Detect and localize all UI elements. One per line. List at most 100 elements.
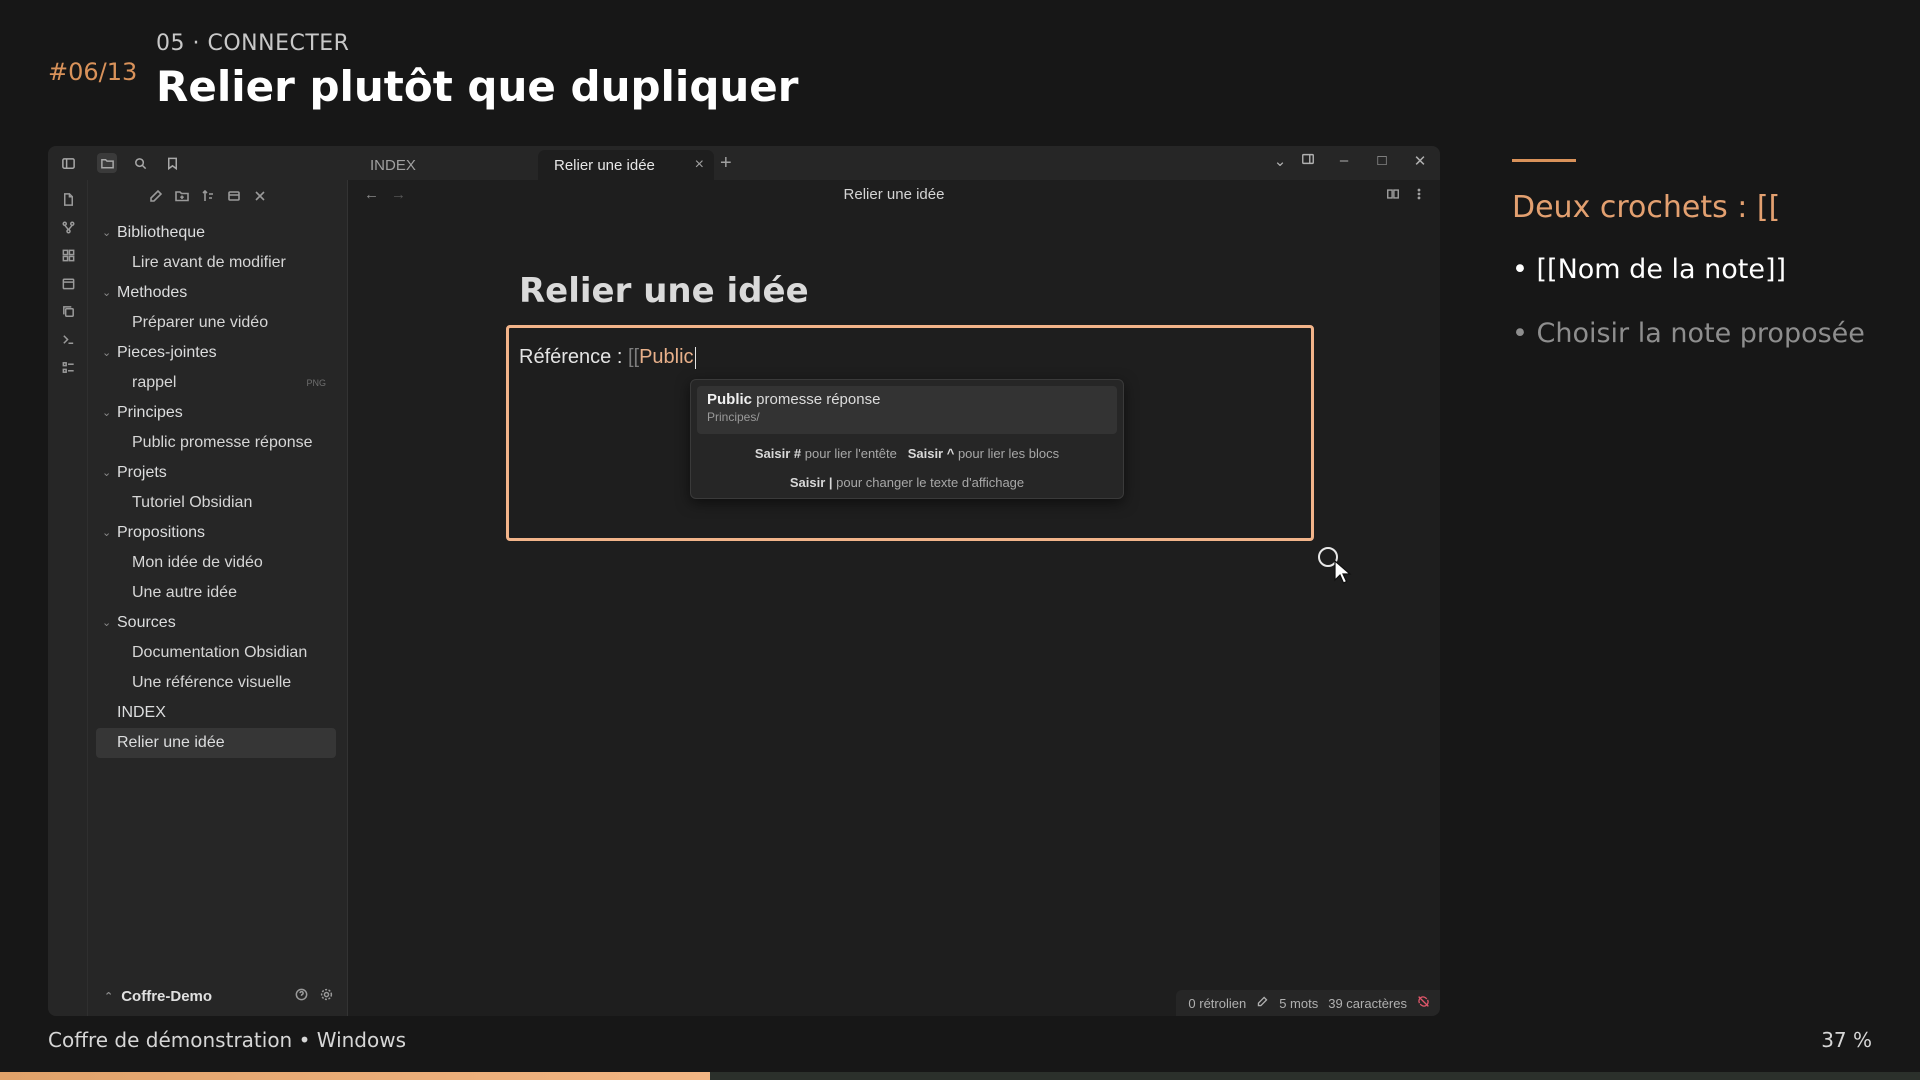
grid-icon[interactable] (58, 246, 78, 264)
file-item[interactable]: Tutoriel Obsidian (96, 488, 336, 518)
backlink-count[interactable]: 0 rétrolien (1188, 996, 1246, 1011)
view-header-title[interactable]: Relier une idée (348, 186, 1440, 203)
slide-title: Relier plutôt que dupliquer (156, 62, 799, 111)
chevron-down-icon[interactable]: ⌄ (1270, 152, 1290, 170)
search-icon[interactable] (130, 153, 150, 173)
suggestion-hint-display: Saisir | pour changer le texte d'afficha… (789, 475, 1025, 490)
chevron-down-icon[interactable]: ⌄ (102, 278, 111, 308)
tree-item-label: Une référence visuelle (132, 674, 292, 691)
file-item[interactable]: Documentation Obsidian (96, 638, 336, 668)
bookmark-icon[interactable] (162, 153, 182, 173)
progress-bar (0, 1072, 1920, 1080)
file-item[interactable]: Public promesse réponse (96, 428, 336, 458)
tree-item-label: Documentation Obsidian (132, 644, 308, 661)
note-heading: Relier une idée (519, 271, 809, 311)
folder-item[interactable]: ⌄ Projets (96, 458, 336, 488)
suggestion-hint-heading: Saisir # pour lier l'entête Saisir ^ pou… (754, 446, 1060, 461)
vault-switcher[interactable]: ⌃ Coffre-Demo (104, 984, 340, 1008)
tree-item-label: Sources (117, 614, 176, 631)
tree-item-label: Préparer une vidéo (132, 314, 269, 331)
graph-icon[interactable] (58, 218, 78, 236)
explorer-toolbar (148, 188, 268, 210)
maximize-icon[interactable]: □ (1372, 152, 1392, 169)
list-icon[interactable] (58, 358, 78, 376)
tab-relier-une-idee[interactable]: Relier une idée × (538, 150, 714, 180)
char-count: 39 caractères (1328, 995, 1407, 1011)
bullet-item: • [[Nom de la note]] (1512, 254, 1787, 285)
chevron-down-icon[interactable]: ⌄ (102, 458, 111, 488)
folder-item[interactable]: ⌄ Bibliotheque (96, 218, 336, 248)
obsidian-window: INDEX Relier une idée × + ⌄ – □ ✕ ⌄ Bibl… (48, 146, 1440, 1016)
copy-icon[interactable] (58, 302, 78, 320)
chevron-down-icon[interactable]: ⌄ (102, 338, 111, 368)
progress-percent: 37 % (1821, 1028, 1872, 1052)
accent-line (1512, 159, 1576, 162)
chevron-down-icon[interactable]: ⌄ (102, 218, 111, 248)
pencil-icon[interactable] (1256, 995, 1269, 1011)
tree-item-label: Une autre idée (132, 584, 237, 601)
more-options-icon[interactable] (1412, 187, 1426, 206)
sort-icon[interactable] (200, 188, 216, 210)
minimize-icon[interactable]: – (1334, 152, 1354, 169)
tree-item-label: Public promesse réponse (132, 434, 313, 451)
tree-item-label: INDEX (117, 704, 166, 721)
folder-item[interactable]: ⌄ Pieces-jointes (96, 338, 336, 368)
suggestion-path: Principes/ (707, 410, 760, 424)
auto-reveal-icon[interactable] (226, 188, 242, 210)
chevron-down-icon[interactable]: ⌄ (102, 518, 111, 548)
file-item[interactable]: Une référence visuelle (96, 668, 336, 698)
file-item[interactable]: INDEX (96, 698, 336, 728)
tree-item-label: Tutoriel Obsidian (132, 494, 253, 511)
folder-item[interactable]: ⌄ Principes (96, 398, 336, 428)
link-suggestion-popup: Public promesse réponse Principes/ Saisi… (690, 379, 1124, 499)
folder-item[interactable]: ⌄ Sources (96, 608, 336, 638)
file-item[interactable]: Préparer une vidéo (96, 308, 336, 338)
new-folder-icon[interactable] (174, 188, 190, 210)
status-bar: 0 rétrolien 5 mots 39 caractères (1176, 990, 1440, 1016)
file-tree: ⌄ Bibliotheque Lire avant de modifier ⌄ Meth… (96, 218, 336, 758)
close-icon[interactable]: × (695, 156, 704, 174)
tree-item-label: rappel (132, 374, 177, 391)
chevron-down-icon[interactable]: ⌄ (102, 398, 111, 428)
progress-fill (0, 1072, 711, 1080)
file-icon[interactable] (58, 190, 78, 208)
new-note-icon[interactable] (148, 188, 164, 210)
file-item[interactable]: Relier une idée (96, 728, 336, 758)
bullet-item: • Choisir la note proposée (1512, 318, 1865, 349)
collapse-all-icon[interactable] (252, 188, 268, 210)
tab-index[interactable]: INDEX (354, 150, 519, 180)
sync-off-icon[interactable] (1417, 995, 1430, 1011)
folder-icon[interactable] (97, 153, 117, 173)
editor-pane: ← → Relier une idée Relier une idée Réfé… (348, 180, 1440, 1016)
file-item[interactable]: rappel PNG (96, 368, 336, 398)
terminal-icon[interactable] (58, 330, 78, 348)
slide-number: #06/13 (48, 58, 138, 86)
gear-icon[interactable] (319, 987, 334, 1006)
reading-view-icon[interactable] (1386, 187, 1400, 206)
tree-item-label: Propositions (117, 524, 206, 541)
folder-item[interactable]: ⌄ Propositions (96, 518, 336, 548)
layout-icon[interactable] (1298, 152, 1318, 170)
title-bar: INDEX Relier une idée × + ⌄ – □ ✕ (48, 146, 1440, 180)
new-tab-icon[interactable]: + (720, 152, 732, 175)
close-window-icon[interactable]: ✕ (1410, 152, 1430, 170)
footer-caption: Coffre de démonstration • Windows (48, 1028, 407, 1052)
sidebar-toggle-icon[interactable] (58, 153, 78, 173)
calendar-icon[interactable] (58, 274, 78, 292)
chevron-updown-icon: ⌃ (104, 990, 114, 1003)
file-item[interactable]: Mon idée de vidéo (96, 548, 336, 578)
chevron-down-icon[interactable]: ⌄ (102, 608, 111, 638)
suggestion-title: Public promesse réponse (707, 391, 881, 408)
file-item[interactable]: Une autre idée (96, 578, 336, 608)
mouse-pointer-icon (1334, 560, 1352, 584)
tree-item-label: Projets (117, 464, 167, 481)
help-icon[interactable] (294, 987, 309, 1006)
panel-title: Deux crochets : [[ (1512, 190, 1781, 225)
suggestion-item[interactable]: Public promesse réponse Principes/ (697, 386, 1117, 434)
folder-item[interactable]: ⌄ Methodes (96, 278, 336, 308)
file-item[interactable]: Lire avant de modifier (96, 248, 336, 278)
tree-item-label: Bibliotheque (117, 224, 206, 241)
tree-item-label: Relier une idée (117, 734, 225, 751)
vault-name: Coffre-Demo (121, 987, 213, 1005)
tree-item-label: Mon idée de vidéo (132, 554, 263, 571)
